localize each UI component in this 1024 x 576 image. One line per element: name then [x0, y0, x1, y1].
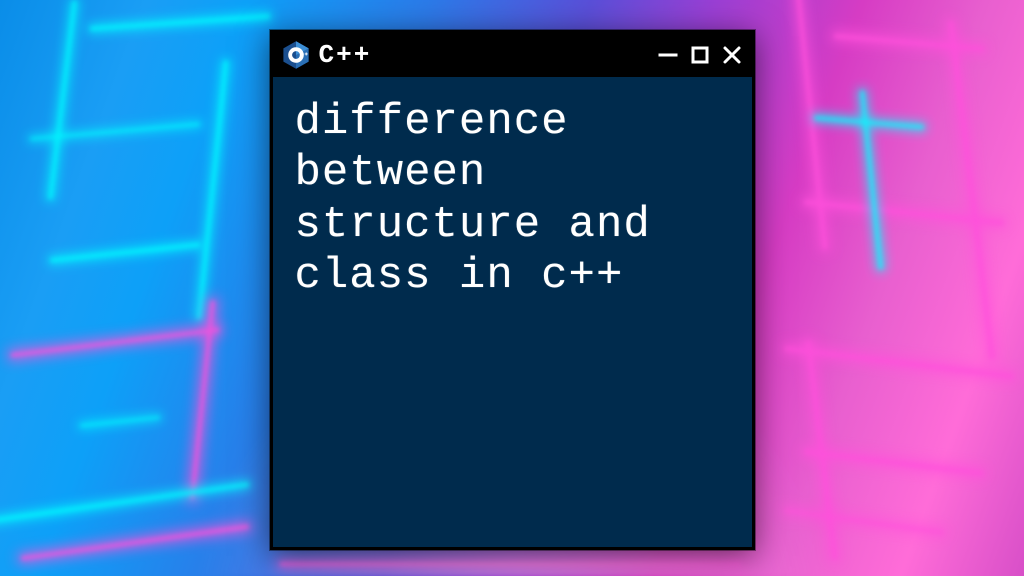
terminal-window: C++ difference between structure and cla…	[270, 30, 755, 550]
window-controls	[658, 45, 742, 65]
terminal-content: difference between structure and class i…	[273, 77, 752, 547]
titlebar[interactable]: C++	[273, 33, 752, 77]
cpp-logo-icon	[281, 40, 311, 70]
close-button[interactable]	[722, 45, 742, 65]
window-title: C++	[319, 40, 372, 70]
maximize-button[interactable]	[690, 45, 710, 65]
minimize-button[interactable]	[658, 45, 678, 65]
